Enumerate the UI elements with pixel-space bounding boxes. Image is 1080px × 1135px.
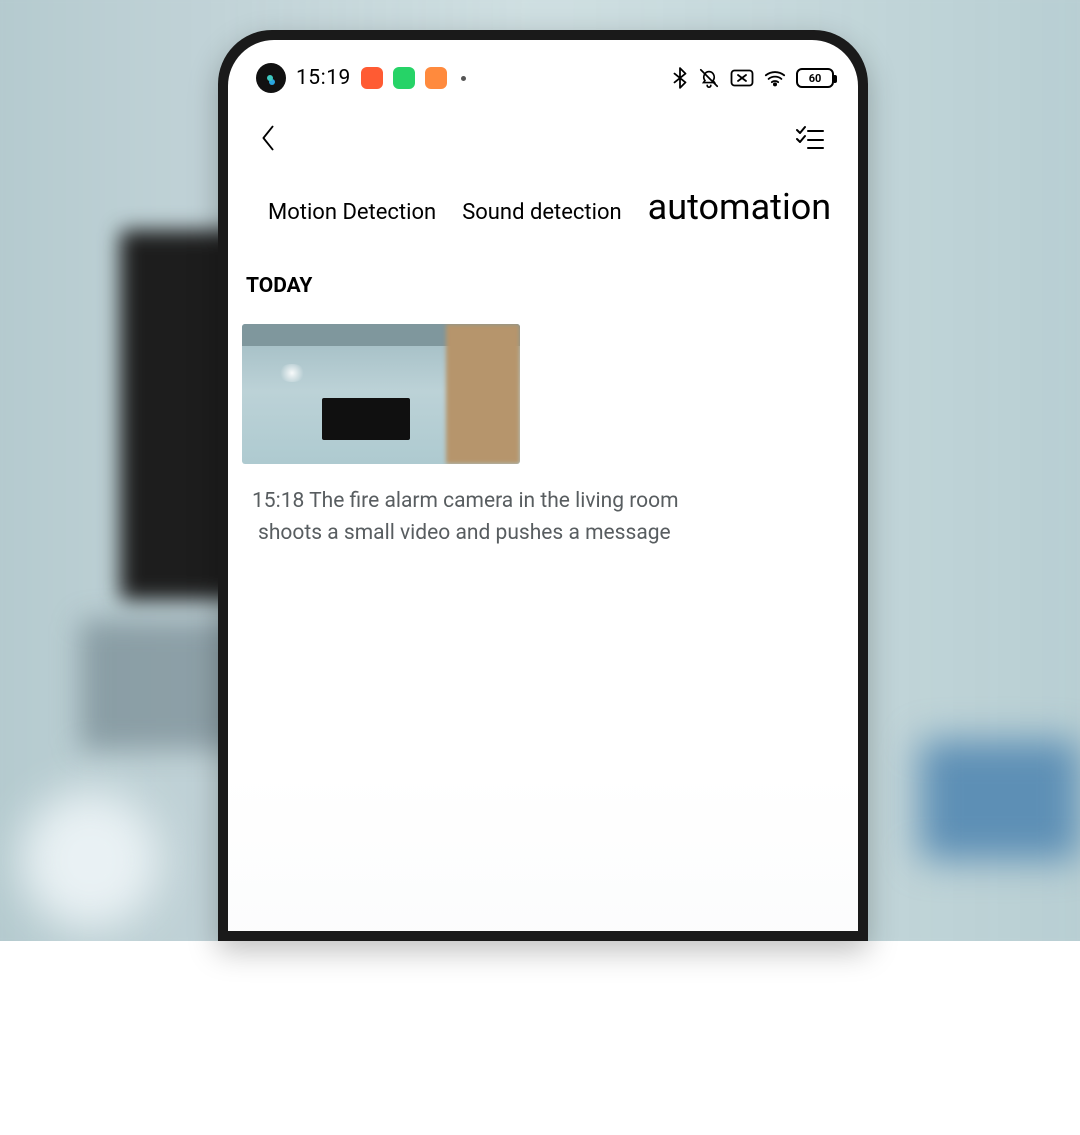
page-bottom-whitespace	[0, 941, 1080, 1135]
event-description: 15:18 The fire alarm camera in the livin…	[242, 486, 844, 549]
wifi-icon	[764, 69, 786, 87]
app-header	[228, 104, 858, 162]
running-app-icon	[361, 67, 383, 89]
phone-frame: 15:19	[218, 30, 868, 941]
running-app-icon	[425, 67, 447, 89]
phone-screen: 15:19	[228, 40, 858, 931]
bottom-fade-overlay	[228, 771, 858, 931]
tab-sound-detection[interactable]: Sound detection	[462, 200, 621, 225]
tab-automation[interactable]: automation	[648, 186, 831, 228]
event-line-1: 15:18 The fire alarm camera in the livin…	[252, 489, 679, 513]
bluetooth-icon	[672, 67, 688, 89]
running-app-icon	[393, 67, 415, 89]
tab-motion-detection[interactable]: Motion Detection	[268, 200, 436, 225]
more-notifications-icon	[461, 76, 466, 81]
section-today-label: TODAY	[242, 274, 844, 298]
tabs-row: Motion Detection Sound detection automat…	[228, 162, 858, 228]
filter-list-button[interactable]	[790, 118, 830, 158]
event-line-2: shoots a small video and pushes a messag…	[252, 518, 671, 550]
status-bar: 15:19	[228, 40, 858, 104]
assistant-indicator-icon	[256, 63, 286, 93]
event-thumbnail[interactable]	[242, 324, 520, 464]
status-time: 15:19	[296, 66, 351, 90]
event-feed: TODAY 15:18 The fire alarm camera in the…	[228, 228, 858, 549]
dnd-muted-icon	[698, 67, 720, 89]
back-button[interactable]	[248, 118, 288, 158]
battery-indicator: 60	[796, 68, 834, 88]
battery-level: 60	[809, 72, 822, 85]
screen-record-off-icon	[730, 69, 754, 87]
